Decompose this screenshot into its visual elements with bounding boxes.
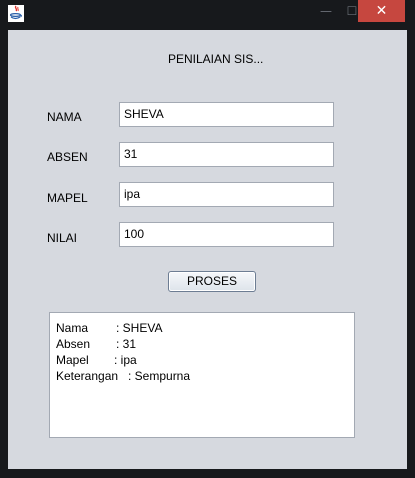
nilai-field[interactable]: 100 bbox=[119, 222, 334, 247]
proses-button[interactable]: PROSES bbox=[168, 271, 256, 292]
form-panel: PENILAIAN SIS... NAMA SHEVA ABSEN 31 MAP… bbox=[8, 30, 407, 469]
result-line-mapel: Mapel : ipa bbox=[56, 352, 354, 368]
result-value: : Sempurna bbox=[128, 369, 191, 383]
close-button[interactable]: ✕ bbox=[358, 0, 405, 22]
result-line-absen: Absen : 31 bbox=[56, 336, 354, 352]
nilai-label: NILAI bbox=[47, 231, 78, 245]
mapel-label: MAPEL bbox=[47, 191, 88, 205]
absen-label: ABSEN bbox=[47, 150, 88, 164]
result-key: Absen bbox=[56, 337, 91, 351]
nama-field[interactable]: SHEVA bbox=[119, 102, 334, 127]
result-key: Mapel bbox=[56, 353, 89, 367]
result-value: : SHEVA bbox=[116, 321, 163, 335]
result-value: : ipa bbox=[114, 353, 137, 367]
nama-label: NAMA bbox=[47, 110, 82, 124]
result-key: Keterangan bbox=[56, 369, 119, 383]
result-key: Nama bbox=[56, 321, 89, 335]
result-line-keterangan: Keterangan : Sempurna bbox=[56, 368, 354, 384]
absen-field[interactable]: 31 bbox=[119, 142, 334, 167]
java-icon bbox=[8, 5, 24, 22]
mapel-field[interactable]: ipa bbox=[119, 182, 334, 207]
form-title: PENILAIAN SIS... bbox=[168, 52, 264, 66]
result-line-nama: Nama : SHEVA bbox=[56, 320, 354, 336]
result-value: : 31 bbox=[116, 337, 137, 351]
title-bar[interactable]: — ☐ ✕ bbox=[0, 0, 415, 28]
result-text-area[interactable]: Nama : SHEVA Absen : 31 Mapel : ipa Keteran… bbox=[49, 312, 355, 438]
app-window: — ☐ ✕ PENILAIAN SIS... NAMA SHEVA ABSEN … bbox=[0, 0, 415, 478]
minimize-button[interactable]: — bbox=[313, 0, 339, 22]
